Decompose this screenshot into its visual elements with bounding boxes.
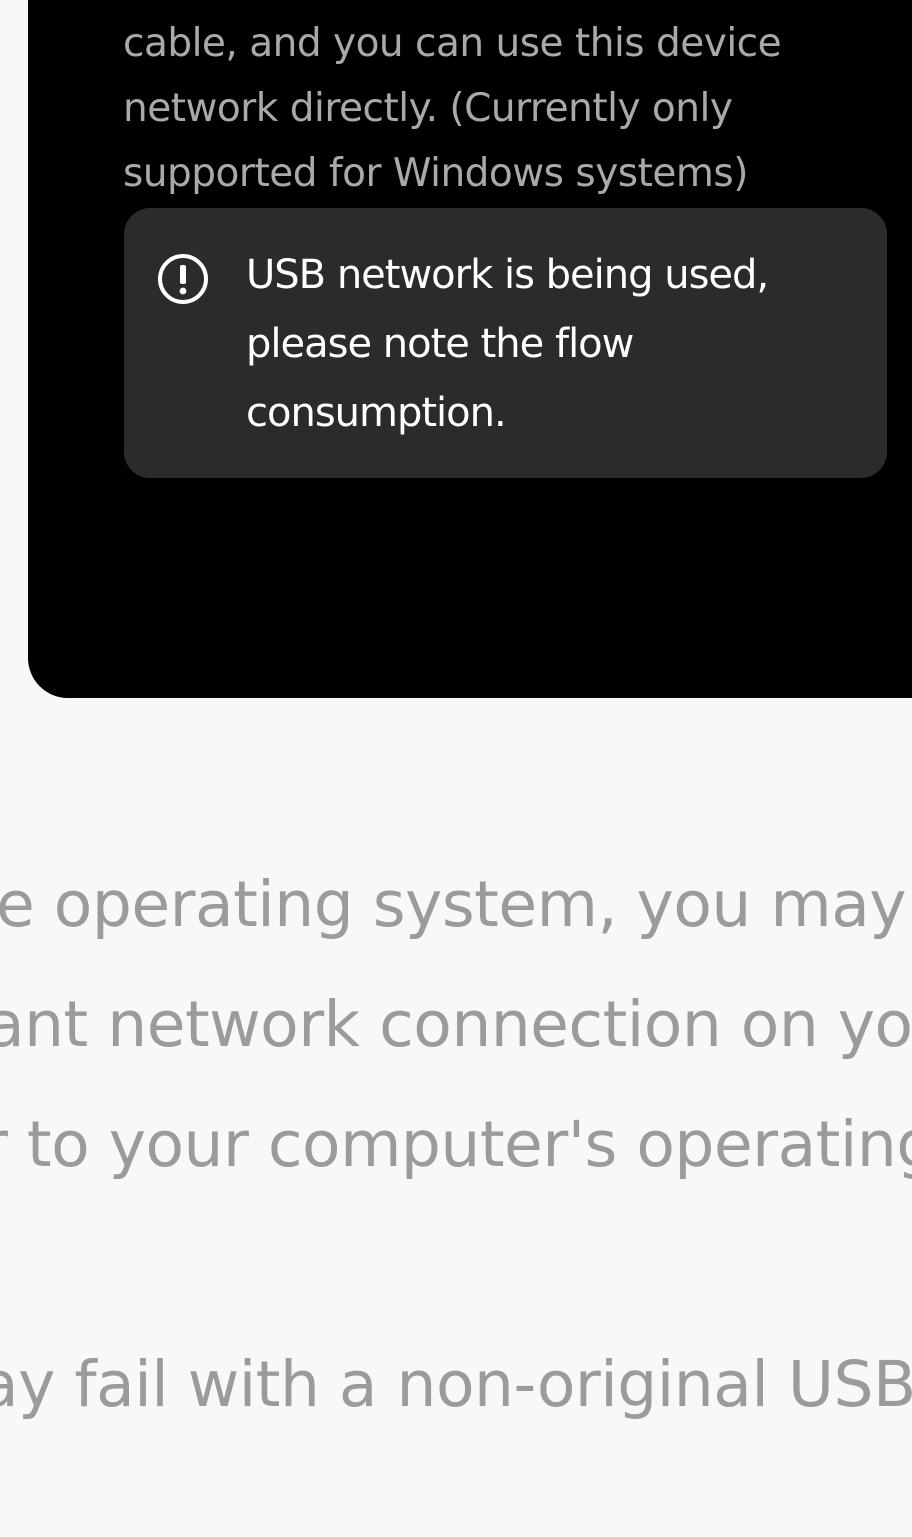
body-text-line: ay fail with a non-original USB <box>0 1348 912 1421</box>
exclamation-circle-icon <box>158 254 208 304</box>
body-text-line: e operating system, you may <box>0 868 907 941</box>
usb-network-description: connects to this device via a USB cable,… <box>123 0 782 196</box>
screen: connects to this device via a USB cable,… <box>0 0 912 1537</box>
body-text-line: r to your computer's operating <box>0 1108 912 1181</box>
usb-network-warning-banner: USB network is being used, please note t… <box>124 208 887 478</box>
usb-network-preview-card: connects to this device via a USB cable,… <box>28 0 912 698</box>
body-text-line: ant network connection on yo <box>0 988 912 1061</box>
usb-network-warning-text: USB network is being used, please note t… <box>246 252 769 436</box>
